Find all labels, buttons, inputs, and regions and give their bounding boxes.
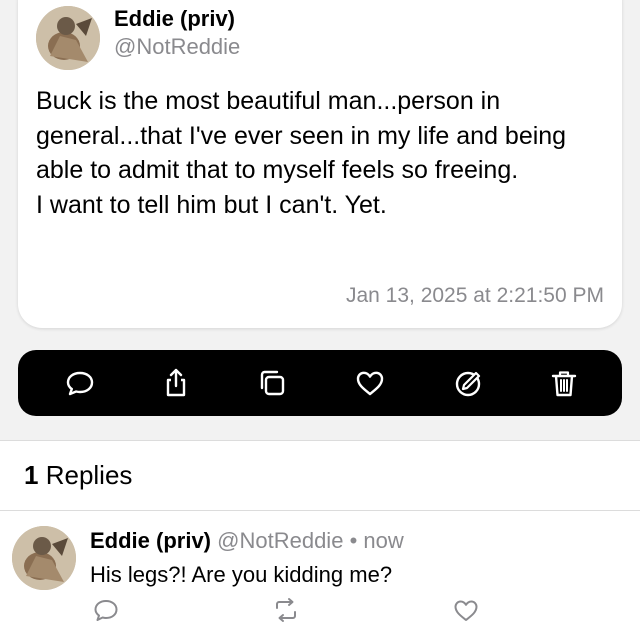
reply-icon (66, 371, 94, 396)
reply-author-name[interactable]: Eddie (priv) (90, 528, 211, 553)
reply-text: His legs?! Are you kidding me? (90, 562, 393, 587)
reply-author-avatar[interactable] (12, 526, 76, 590)
section-divider (0, 510, 640, 511)
post-timestamp: Jan 13, 2025 at 2:21:50 PM (345, 284, 604, 307)
author-name[interactable]: Eddie (priv) (114, 6, 235, 32)
section-divider (0, 440, 640, 441)
reply-repost-button[interactable] (272, 596, 300, 624)
edit-button[interactable] (452, 367, 484, 399)
author-handle[interactable]: @NotReddie (114, 34, 240, 60)
like-button[interactable] (354, 367, 386, 399)
reply-separator: • (349, 528, 358, 553)
post-body: Buck is the most beautiful man...person … (36, 87, 567, 219)
like-icon (454, 600, 478, 621)
replies-label: Replies (45, 460, 133, 490)
copy-button[interactable] (256, 367, 288, 399)
reply-header: Eddie (priv) @NotReddie • now (90, 528, 404, 554)
share-button[interactable] (160, 367, 192, 399)
post-card: Eddie (priv) @NotReddie Buck is the most… (18, 0, 622, 328)
delete-button[interactable] (548, 367, 580, 399)
like-icon (356, 371, 384, 396)
share-icon (166, 368, 186, 397)
replies-heading: 1 Replies (24, 460, 132, 491)
reply-reply-button[interactable] (92, 596, 120, 624)
trash-icon (551, 371, 577, 397)
edit-icon (455, 371, 481, 397)
post-action-bar (18, 350, 622, 416)
reply-icon (94, 600, 118, 621)
reply-button[interactable] (64, 367, 96, 399)
reply-time: now (363, 528, 404, 553)
replies-count: 1 (24, 460, 39, 490)
copy-icon (260, 370, 285, 396)
reply-like-button[interactable] (452, 596, 480, 624)
reply-author-handle[interactable]: @NotReddie (217, 528, 343, 553)
author-avatar[interactable] (36, 6, 100, 70)
repost-icon (276, 598, 296, 622)
